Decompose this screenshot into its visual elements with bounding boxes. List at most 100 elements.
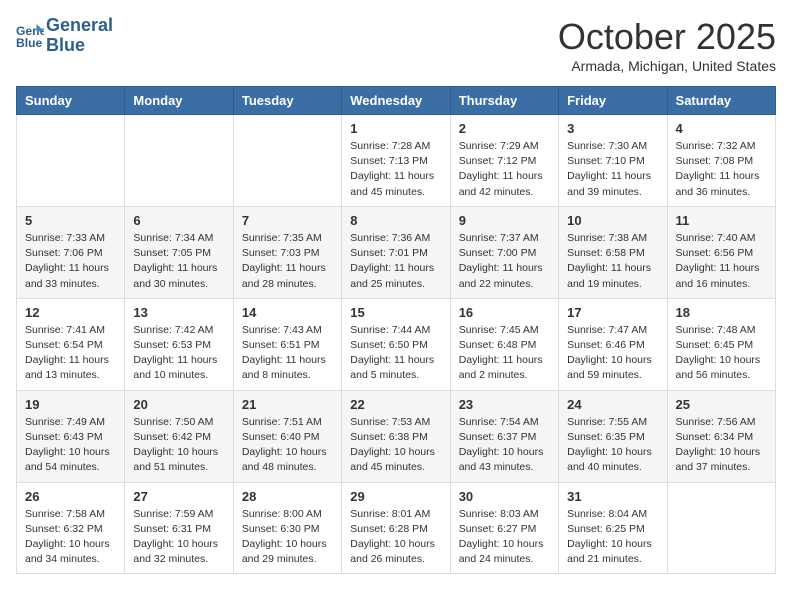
day-info: Sunrise: 7:42 AM Sunset: 6:53 PM Dayligh… [133,323,224,384]
day-number: 10 [567,213,658,228]
calendar-cell: 15 Sunrise: 7:44 AM Sunset: 6:50 PM Dayli… [342,298,450,390]
calendar-cell: 2 Sunrise: 7:29 AM Sunset: 7:12 PM Daylig… [450,115,558,207]
day-number: 8 [350,213,441,228]
calendar-week-4: 19 Sunrise: 7:49 AM Sunset: 6:43 PM Dayli… [17,390,776,482]
calendar-cell [667,482,775,574]
calendar-cell: 30Sunrise: 8:03 AM Sunset: 6:27 PM Dayli… [450,482,558,574]
day-number: 31 [567,489,658,504]
calendar-cell: 21 Sunrise: 7:51 AM Sunset: 6:40 PM Dayli… [233,390,341,482]
calendar-cell: 16 Sunrise: 7:45 AM Sunset: 6:48 PM Dayli… [450,298,558,390]
calendar-cell: 13 Sunrise: 7:42 AM Sunset: 6:53 PM Dayli… [125,298,233,390]
col-header-thursday: Thursday [450,87,558,115]
day-info: Sunrise: 8:03 AM Sunset: 6:27 PM Dayligh… [459,507,550,568]
day-number: 4 [676,121,767,136]
day-info: Sunrise: 7:58 AM Sunset: 6:32 PM Dayligh… [25,507,116,568]
title-block: October 2025 Armada, Michigan, United St… [558,16,776,74]
calendar-cell: 25Sunrise: 7:56 AM Sunset: 6:34 PM Dayli… [667,390,775,482]
day-number: 14 [242,305,333,320]
day-number: 21 [242,397,333,412]
calendar-cell: 26 Sunrise: 7:58 AM Sunset: 6:32 PM Dayli… [17,482,125,574]
month-title: October 2025 [558,16,776,58]
calendar-cell: 10Sunrise: 7:38 AM Sunset: 6:58 PM Dayli… [559,206,667,298]
logo-icon: General Blue [16,22,44,50]
calendar-cell [125,115,233,207]
day-number: 3 [567,121,658,136]
day-number: 12 [25,305,116,320]
calendar-week-1: 1Sunrise: 7:28 AM Sunset: 7:13 PM Daylig… [17,115,776,207]
logo-text: General Blue [46,16,113,56]
calendar-cell: 1Sunrise: 7:28 AM Sunset: 7:13 PM Daylig… [342,115,450,207]
day-info: Sunrise: 7:59 AM Sunset: 6:31 PM Dayligh… [133,507,224,568]
day-info: Sunrise: 7:44 AM Sunset: 6:50 PM Dayligh… [350,323,441,384]
day-info: Sunrise: 7:37 AM Sunset: 7:00 PM Dayligh… [459,231,550,292]
calendar-header-row: SundayMondayTuesdayWednesdayThursdayFrid… [17,87,776,115]
day-info: Sunrise: 7:40 AM Sunset: 6:56 PM Dayligh… [676,231,767,292]
calendar-cell: 12Sunrise: 7:41 AM Sunset: 6:54 PM Dayli… [17,298,125,390]
day-number: 20 [133,397,224,412]
day-info: Sunrise: 8:01 AM Sunset: 6:28 PM Dayligh… [350,507,441,568]
logo: General Blue General Blue [16,16,113,56]
day-number: 22 [350,397,441,412]
calendar-cell: 29 Sunrise: 8:01 AM Sunset: 6:28 PM Dayli… [342,482,450,574]
calendar-cell: 7Sunrise: 7:35 AM Sunset: 7:03 PM Daylig… [233,206,341,298]
day-number: 2 [459,121,550,136]
day-number: 7 [242,213,333,228]
calendar-cell: 20 Sunrise: 7:50 AM Sunset: 6:42 PM Dayli… [125,390,233,482]
calendar-cell [233,115,341,207]
calendar-cell: 5Sunrise: 7:33 AM Sunset: 7:06 PM Daylig… [17,206,125,298]
day-number: 27 [133,489,224,504]
day-info: Sunrise: 8:00 AM Sunset: 6:30 PM Dayligh… [242,507,333,568]
day-number: 24 [567,397,658,412]
day-number: 29 [350,489,441,504]
day-number: 16 [459,305,550,320]
calendar-cell: 8 Sunrise: 7:36 AM Sunset: 7:01 PM Daylig… [342,206,450,298]
day-number: 1 [350,121,441,136]
col-header-friday: Friday [559,87,667,115]
day-number: 9 [459,213,550,228]
calendar-cell: 3 Sunrise: 7:30 AM Sunset: 7:10 PM Daylig… [559,115,667,207]
calendar-cell: 24 Sunrise: 7:55 AM Sunset: 6:35 PM Dayli… [559,390,667,482]
day-info: Sunrise: 7:32 AM Sunset: 7:08 PM Dayligh… [676,139,767,200]
calendar-cell: 11 Sunrise: 7:40 AM Sunset: 6:56 PM Dayli… [667,206,775,298]
day-number: 11 [676,213,767,228]
day-number: 13 [133,305,224,320]
calendar-cell: 6 Sunrise: 7:34 AM Sunset: 7:05 PM Daylig… [125,206,233,298]
calendar-cell: 18Sunrise: 7:48 AM Sunset: 6:45 PM Dayli… [667,298,775,390]
day-info: Sunrise: 7:30 AM Sunset: 7:10 PM Dayligh… [567,139,658,200]
calendar-week-3: 12Sunrise: 7:41 AM Sunset: 6:54 PM Dayli… [17,298,776,390]
calendar-cell: 14Sunrise: 7:43 AM Sunset: 6:51 PM Dayli… [233,298,341,390]
day-info: Sunrise: 7:49 AM Sunset: 6:43 PM Dayligh… [25,415,116,476]
day-info: Sunrise: 7:50 AM Sunset: 6:42 PM Dayligh… [133,415,224,476]
day-info: Sunrise: 7:33 AM Sunset: 7:06 PM Dayligh… [25,231,116,292]
day-info: Sunrise: 7:45 AM Sunset: 6:48 PM Dayligh… [459,323,550,384]
day-number: 25 [676,397,767,412]
calendar-week-5: 26 Sunrise: 7:58 AM Sunset: 6:32 PM Dayli… [17,482,776,574]
calendar-cell: 31Sunrise: 8:04 AM Sunset: 6:25 PM Dayli… [559,482,667,574]
day-info: Sunrise: 7:51 AM Sunset: 6:40 PM Dayligh… [242,415,333,476]
day-info: Sunrise: 7:29 AM Sunset: 7:12 PM Dayligh… [459,139,550,200]
calendar-table: SundayMondayTuesdayWednesdayThursdayFrid… [16,86,776,574]
calendar-cell: 22 Sunrise: 7:53 AM Sunset: 6:38 PM Dayli… [342,390,450,482]
day-number: 19 [25,397,116,412]
day-info: Sunrise: 7:36 AM Sunset: 7:01 PM Dayligh… [350,231,441,292]
day-info: Sunrise: 7:54 AM Sunset: 6:37 PM Dayligh… [459,415,550,476]
day-info: Sunrise: 7:34 AM Sunset: 7:05 PM Dayligh… [133,231,224,292]
calendar-cell: 19 Sunrise: 7:49 AM Sunset: 6:43 PM Dayli… [17,390,125,482]
day-info: Sunrise: 7:53 AM Sunset: 6:38 PM Dayligh… [350,415,441,476]
svg-text:Blue: Blue [16,36,43,50]
day-info: Sunrise: 7:47 AM Sunset: 6:46 PM Dayligh… [567,323,658,384]
calendar-cell: 4 Sunrise: 7:32 AM Sunset: 7:08 PM Daylig… [667,115,775,207]
day-info: Sunrise: 7:55 AM Sunset: 6:35 PM Dayligh… [567,415,658,476]
day-number: 6 [133,213,224,228]
col-header-tuesday: Tuesday [233,87,341,115]
col-header-monday: Monday [125,87,233,115]
col-header-wednesday: Wednesday [342,87,450,115]
day-number: 26 [25,489,116,504]
location: Armada, Michigan, United States [558,58,776,74]
calendar-week-2: 5Sunrise: 7:33 AM Sunset: 7:06 PM Daylig… [17,206,776,298]
day-number: 15 [350,305,441,320]
col-header-saturday: Saturday [667,87,775,115]
calendar-cell: 17 Sunrise: 7:47 AM Sunset: 6:46 PM Dayli… [559,298,667,390]
day-number: 17 [567,305,658,320]
day-number: 23 [459,397,550,412]
